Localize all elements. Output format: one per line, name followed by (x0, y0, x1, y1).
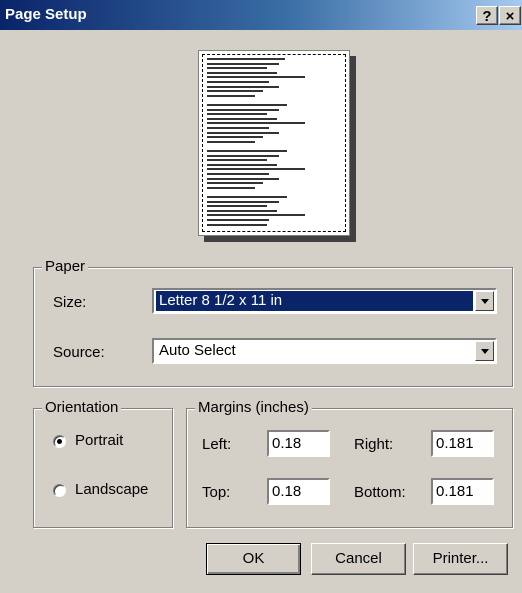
preview-text-line (207, 150, 287, 152)
paper-legend: Paper (42, 258, 89, 275)
preview-text-line (207, 219, 269, 221)
preview-text-line (207, 200, 279, 203)
preview-text-line (207, 67, 267, 70)
preview-text-line (207, 85, 279, 88)
title-bar[interactable]: Page Setup ? × (0, 0, 522, 30)
preview-text-line (207, 196, 287, 198)
preview-text-line (207, 186, 255, 189)
chevron-down-icon[interactable] (475, 341, 494, 361)
portrait-radio[interactable] (53, 435, 66, 448)
preview-margin-outline (202, 54, 346, 232)
cancel-button[interactable]: Cancel (311, 543, 406, 575)
right-margin-field[interactable]: 0.181 (431, 430, 494, 457)
printer-button[interactable]: Printer... (413, 543, 508, 575)
source-value: Auto Select (159, 342, 236, 359)
preview-text-line (207, 104, 287, 106)
ok-button[interactable]: OK (206, 543, 301, 575)
preview-text-line (207, 159, 267, 162)
top-margin-label: Top: (202, 484, 231, 501)
orientation-legend: Orientation (42, 399, 122, 416)
preview-text-line (207, 136, 263, 139)
margins-legend: Margins (inches) (195, 399, 312, 416)
portrait-label[interactable]: Portrait (75, 432, 123, 449)
close-button[interactable]: × (499, 6, 521, 25)
landscape-label[interactable]: Landscape (75, 481, 148, 498)
size-label: Size: (53, 294, 87, 311)
preview-text-line (207, 117, 277, 120)
preview-text-line (207, 131, 279, 134)
preview-text-line (207, 94, 255, 97)
size-value: Letter 8 1/2 x 11 in (156, 291, 473, 311)
bottom-margin-field[interactable]: 0.181 (431, 478, 494, 505)
landscape-radio[interactable] (53, 484, 66, 497)
preview-text-line (207, 127, 269, 129)
preview-text-line (207, 209, 277, 212)
preview-text-line (207, 214, 305, 217)
preview-text-line (207, 177, 279, 180)
right-margin-label: Right: (354, 436, 394, 453)
top-margin-field[interactable]: 0.18 (267, 478, 330, 505)
preview-text-line (207, 90, 263, 93)
preview-text-line (207, 168, 305, 171)
size-select[interactable]: Letter 8 1/2 x 11 in (152, 288, 497, 314)
paper-group: Paper (33, 258, 513, 387)
preview-text-line (207, 140, 255, 143)
preview-text-line (207, 154, 279, 157)
preview-text-line (207, 108, 279, 111)
page-preview (198, 50, 350, 236)
preview-text-line (207, 113, 267, 116)
left-margin-label: Left: (202, 436, 232, 453)
left-margin-field[interactable]: 0.18 (267, 430, 330, 457)
bottom-margin-label: Bottom: (354, 484, 406, 501)
preview-text-line (207, 62, 279, 65)
source-label: Source: (53, 344, 105, 361)
preview-text-line (207, 205, 267, 208)
window-title: Page Setup (5, 6, 87, 23)
source-select[interactable]: Auto Select (152, 338, 497, 364)
margins-group: Margins (inches) (186, 399, 513, 528)
chevron-down-icon[interactable] (475, 291, 494, 311)
orientation-group: Orientation (33, 399, 173, 528)
preview-text-line (207, 182, 263, 185)
preview-text-line (207, 163, 277, 166)
preview-text-line (207, 81, 269, 83)
preview-text-line (207, 71, 277, 74)
preview-text-line (207, 122, 305, 125)
help-button[interactable]: ? (476, 6, 498, 25)
preview-text-line (207, 223, 267, 226)
preview-text-line (207, 173, 269, 175)
preview-text-line (207, 76, 305, 79)
preview-text-line (207, 58, 285, 60)
